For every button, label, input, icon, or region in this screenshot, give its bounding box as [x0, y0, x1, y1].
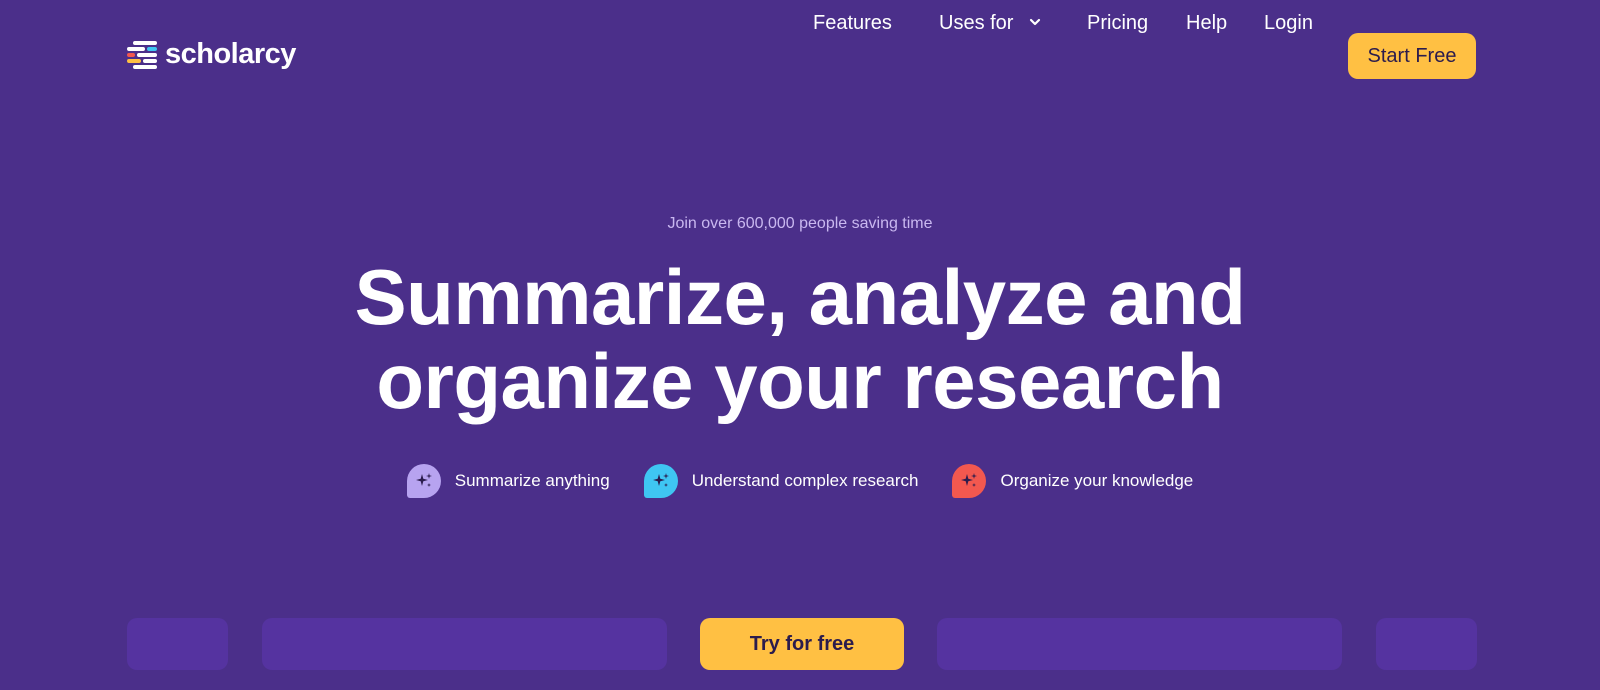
sparkle-bubble-icon	[406, 464, 441, 498]
hero-headline: Summarize, analyze and organize your res…	[0, 255, 1600, 423]
hero-headline-line-2: organize your research	[376, 337, 1224, 425]
nav-features[interactable]: Features	[813, 10, 892, 36]
decorative-block	[937, 618, 1342, 670]
feature-item-understand: Understand complex research	[643, 464, 919, 498]
try-for-free-button[interactable]: Try for free	[700, 618, 904, 670]
start-free-button[interactable]: Start Free	[1348, 33, 1476, 79]
nav-login[interactable]: Login	[1264, 10, 1313, 36]
nav-help[interactable]: Help	[1186, 10, 1227, 36]
decorative-block	[1376, 618, 1477, 670]
nav-uses-for-label: Uses for	[939, 12, 1014, 34]
hero-eyebrow: Join over 600,000 people saving time	[667, 215, 933, 232]
cta-row: Try for free	[0, 618, 1600, 670]
scholarcy-logo[interactable]: scholarcy	[127, 40, 296, 69]
decorative-block	[262, 618, 667, 670]
feature-item-organize: Organize your knowledge	[952, 464, 1193, 498]
decorative-block	[127, 618, 228, 670]
feature-label: Organize your knowledge	[1000, 471, 1194, 490]
brand-name: scholarcy	[165, 38, 296, 70]
hero-headline-line-1: Summarize, analyze and	[354, 253, 1246, 341]
site-header: scholarcy Features Uses for Pricing Help…	[0, 0, 1600, 112]
feature-list: Summarize anything Understand complex re…	[0, 464, 1600, 498]
nav-uses-for[interactable]: Uses for	[939, 10, 1041, 36]
feature-label: Summarize anything	[454, 471, 610, 490]
feature-item-summarize: Summarize anything	[406, 464, 610, 498]
stacked-bars-logo-icon	[127, 40, 157, 69]
feature-label: Understand complex research	[691, 471, 919, 490]
nav-pricing[interactable]: Pricing	[1087, 10, 1148, 36]
chevron-down-icon	[1029, 18, 1041, 25]
sparkle-bubble-icon	[952, 464, 987, 498]
sparkle-bubble-icon	[643, 464, 678, 498]
